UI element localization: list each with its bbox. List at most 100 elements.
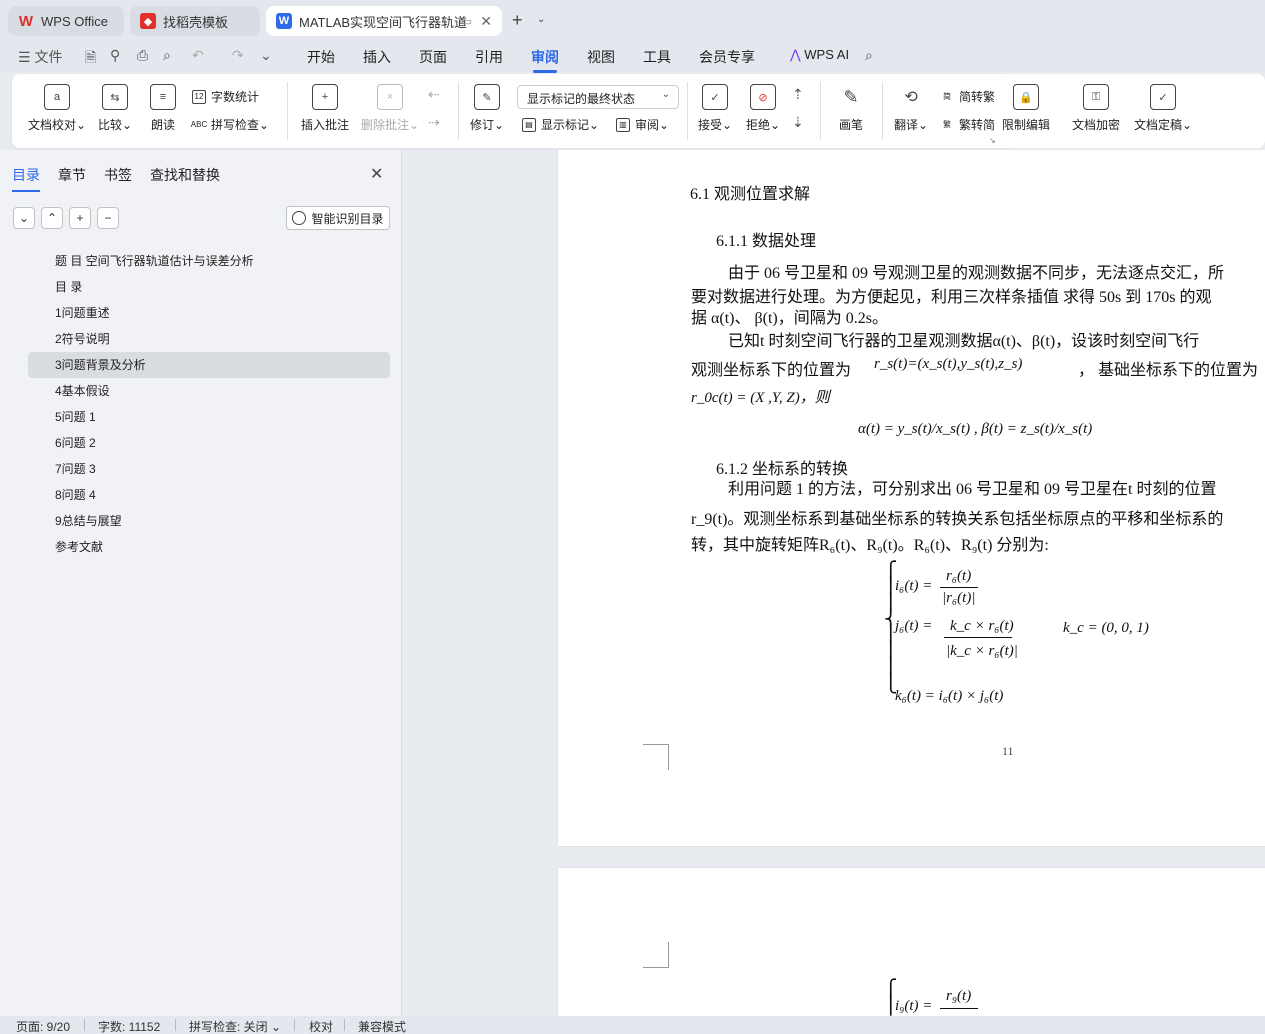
remove-heading-icon[interactable]: − [97, 207, 119, 229]
track-changes-button[interactable]: ✎ 修订⌄ [470, 84, 504, 133]
save-icon[interactable]: 🗎 [85, 47, 96, 71]
compare-button[interactable]: ⇆ 比较⌄ [98, 84, 132, 133]
add-heading-icon[interactable]: + [69, 207, 91, 229]
restrict-edit-button[interactable]: 🔒 限制编辑 [1002, 84, 1050, 133]
tab-bookmarks[interactable]: 书签 [104, 165, 132, 185]
toc-item[interactable]: 5问题 1 [28, 404, 390, 430]
ribbon-divider [458, 82, 459, 140]
close-tab-icon[interactable]: ✕ [480, 13, 492, 30]
new-tab-icon[interactable]: + [512, 10, 523, 31]
insert-comment-icon: + [312, 84, 338, 110]
paragraph-line: 利用问题 1 的方法，可分别求出 06 号卫星和 09 号卫星在t 时刻的位置 [728, 481, 1217, 498]
word-count-indicator[interactable]: 字数: 11152 [98, 1018, 160, 1034]
tab-template[interactable]: ◆ 找稻壳模板 [130, 6, 260, 36]
proof-indicator[interactable]: 校对 [309, 1018, 333, 1034]
wps-logo-icon: W [18, 12, 34, 30]
encrypt-button[interactable]: ⚿ 文档加密 [1072, 84, 1120, 133]
tab-label: 找稻壳模板 [163, 14, 229, 30]
link-icon[interactable]: ⚲ [110, 47, 120, 64]
delete-comment-button[interactable]: × 删除批注⌄ [361, 84, 419, 133]
equation-display: α(t) = y_s(t)/x_s(t) , β(t) = z_s(t)/x_s… [858, 421, 1093, 437]
collapse-icon[interactable]: ⌄ [13, 207, 35, 229]
toc-item[interactable]: 题 目 空间飞行器轨道估计与误差分析 [28, 248, 390, 274]
menu-file-label: 文件 [34, 49, 63, 65]
review-pane-icon: ▥ [616, 117, 630, 132]
toc-item[interactable]: 目 录 [28, 274, 390, 300]
paragraph-line: 已知t 时刻空间飞行器的卫星观测数据α(t)、β(t)，设该时刻空间飞行 [728, 333, 1200, 350]
document-page[interactable]: 6.1 观测位置求解 6.1.1 数据处理 由于 06 号卫星和 09 号观测卫… [558, 150, 1265, 846]
equation-numerator: r₉(t) [946, 988, 972, 1004]
smart-toc-button[interactable]: 智能识别目录 [286, 206, 390, 230]
tab-wps-office[interactable]: W WPS Office [8, 6, 124, 36]
wps-ai-button[interactable]: ⋀ WPS AI [790, 47, 849, 63]
finalize-button[interactable]: ✓ 文档定稿⌄ [1134, 84, 1192, 133]
equation-line: k₆(t) = i₆(t) × j₆(t) [895, 688, 1004, 704]
accept-button[interactable]: ✓ 接受⌄ [698, 84, 732, 133]
print-icon[interactable]: ⎙ [137, 47, 148, 64]
menu-page[interactable]: 页面 [419, 47, 447, 67]
spell-check-button[interactable]: ABC 拼写检查 ⌄ [191, 116, 269, 133]
review-pane-button[interactable]: ▥ 审阅 ⌄ [616, 116, 669, 133]
read-aloud-button[interactable]: ≡ 朗读 [150, 84, 176, 133]
menu-member[interactable]: 会员专享 [699, 47, 755, 67]
document-canvas[interactable]: 6.1 观测位置求解 6.1.1 数据处理 由于 06 号卫星和 09 号观测卫… [403, 150, 1265, 1016]
menu-file[interactable]: ☰ 文件 [18, 47, 62, 67]
status-bar: 页面: 9/20 字数: 11152 拼写检查: 关闭 ⌄ 校对 兼容模式 [0, 1016, 1265, 1034]
tab-find-replace[interactable]: 查找和替换 [150, 165, 220, 185]
expand-up-icon[interactable]: ⌃ [41, 207, 63, 229]
navigation-pane: 目录 章节 书签 查找和替换 ✕ ⌄ ⌃ + − 智能识别目录 题 目 空间飞行… [0, 150, 402, 1016]
document-page[interactable]: ⎧ ⎪ i₉(t) = r₉(t) [558, 868, 1265, 1016]
insert-comment-button[interactable]: + 插入批注 [301, 84, 349, 133]
toc-item[interactable]: 9总结与展望 [28, 508, 390, 534]
translate-button[interactable]: ⟲ 翻译⌄ [894, 84, 928, 133]
reject-button[interactable]: ⊘ 拒绝⌄ [746, 84, 780, 133]
equation-inline: r_0c(t) = (X ,Y, Z)，则 [691, 390, 830, 406]
status-divider [294, 1019, 295, 1031]
markup-state-select[interactable]: 显示标记的最终状态 ⌄ [517, 85, 679, 109]
menu-insert[interactable]: 插入 [363, 47, 391, 67]
toc-item[interactable]: 1问题重述 [28, 300, 390, 326]
chevron-down-icon[interactable]: ⌄ [537, 14, 545, 25]
tab-sections[interactable]: 章节 [58, 165, 86, 185]
reject-label: 拒绝 [746, 118, 771, 132]
previous-change-icon[interactable]: ⇡ [792, 86, 804, 103]
menu-review[interactable]: 审阅 [531, 47, 559, 73]
word-count-button[interactable]: 12 字数统计 [192, 88, 259, 105]
to-traditional-button[interactable]: 简 简转繁 [940, 88, 995, 105]
close-icon[interactable]: ✕ [370, 164, 383, 184]
menu-tools[interactable]: 工具 [643, 47, 671, 67]
wps-ai-label: WPS AI [804, 47, 850, 62]
tab-toc[interactable]: 目录 [12, 165, 40, 192]
undo-icon[interactable]: ↶ [192, 47, 204, 64]
show-markup-icon: ▤ [522, 117, 536, 132]
toc-item[interactable]: 4基本假设 [28, 378, 390, 404]
previous-comment-icon[interactable]: ⇠ [428, 86, 440, 103]
print-preview-icon[interactable]: ⌕ [163, 47, 171, 64]
proof-button[interactable]: a 文档校对⌄ [28, 84, 86, 133]
page-indicator[interactable]: 页面: 9/20 [16, 1018, 70, 1034]
redo-icon[interactable]: ↷ [232, 47, 244, 64]
menu-view[interactable]: 视图 [587, 47, 615, 67]
to-simplified-button[interactable]: 繁 繁转简 [940, 116, 995, 133]
menu-start[interactable]: 开始 [307, 47, 335, 67]
read-aloud-label: 朗读 [150, 118, 175, 132]
equation-side: k_c = (0, 0, 1) [1063, 620, 1149, 636]
toc-item[interactable]: 2符号说明 [28, 326, 390, 352]
toc-item[interactable]: 参考文献 [28, 534, 390, 560]
search-icon[interactable]: ⌕ [865, 47, 873, 64]
toc-item[interactable]: 8问题 4 [28, 482, 390, 508]
show-markup-button[interactable]: ▤ 显示标记 ⌄ [522, 116, 599, 133]
equation-inline: r_s(t)=(x_s(t),y_s(t),z_s) [874, 356, 1023, 372]
ribbon-expand-icon[interactable]: ↘ [989, 136, 996, 145]
next-comment-icon[interactable]: ⇢ [428, 114, 440, 131]
toc-item[interactable]: 7问题 3 [28, 456, 390, 482]
toc-item-selected[interactable]: 3问题背景及分析 [28, 352, 390, 378]
next-change-icon[interactable]: ⇣ [792, 114, 804, 131]
toc-item[interactable]: 6问题 2 [28, 430, 390, 456]
tab-document[interactable]: W MATLAB实现空间飞行器轨道估计与误差分析 ▭ ✕ [266, 6, 502, 36]
menu-reference[interactable]: 引用 [475, 47, 503, 67]
spell-check-indicator[interactable]: 拼写检查: 关闭 ⌄ [189, 1018, 281, 1034]
more-chevron-icon[interactable]: ⌄ [260, 47, 272, 64]
pen-button[interactable]: ✎ 画笔 [838, 84, 864, 133]
ribbon-divider [687, 82, 688, 140]
